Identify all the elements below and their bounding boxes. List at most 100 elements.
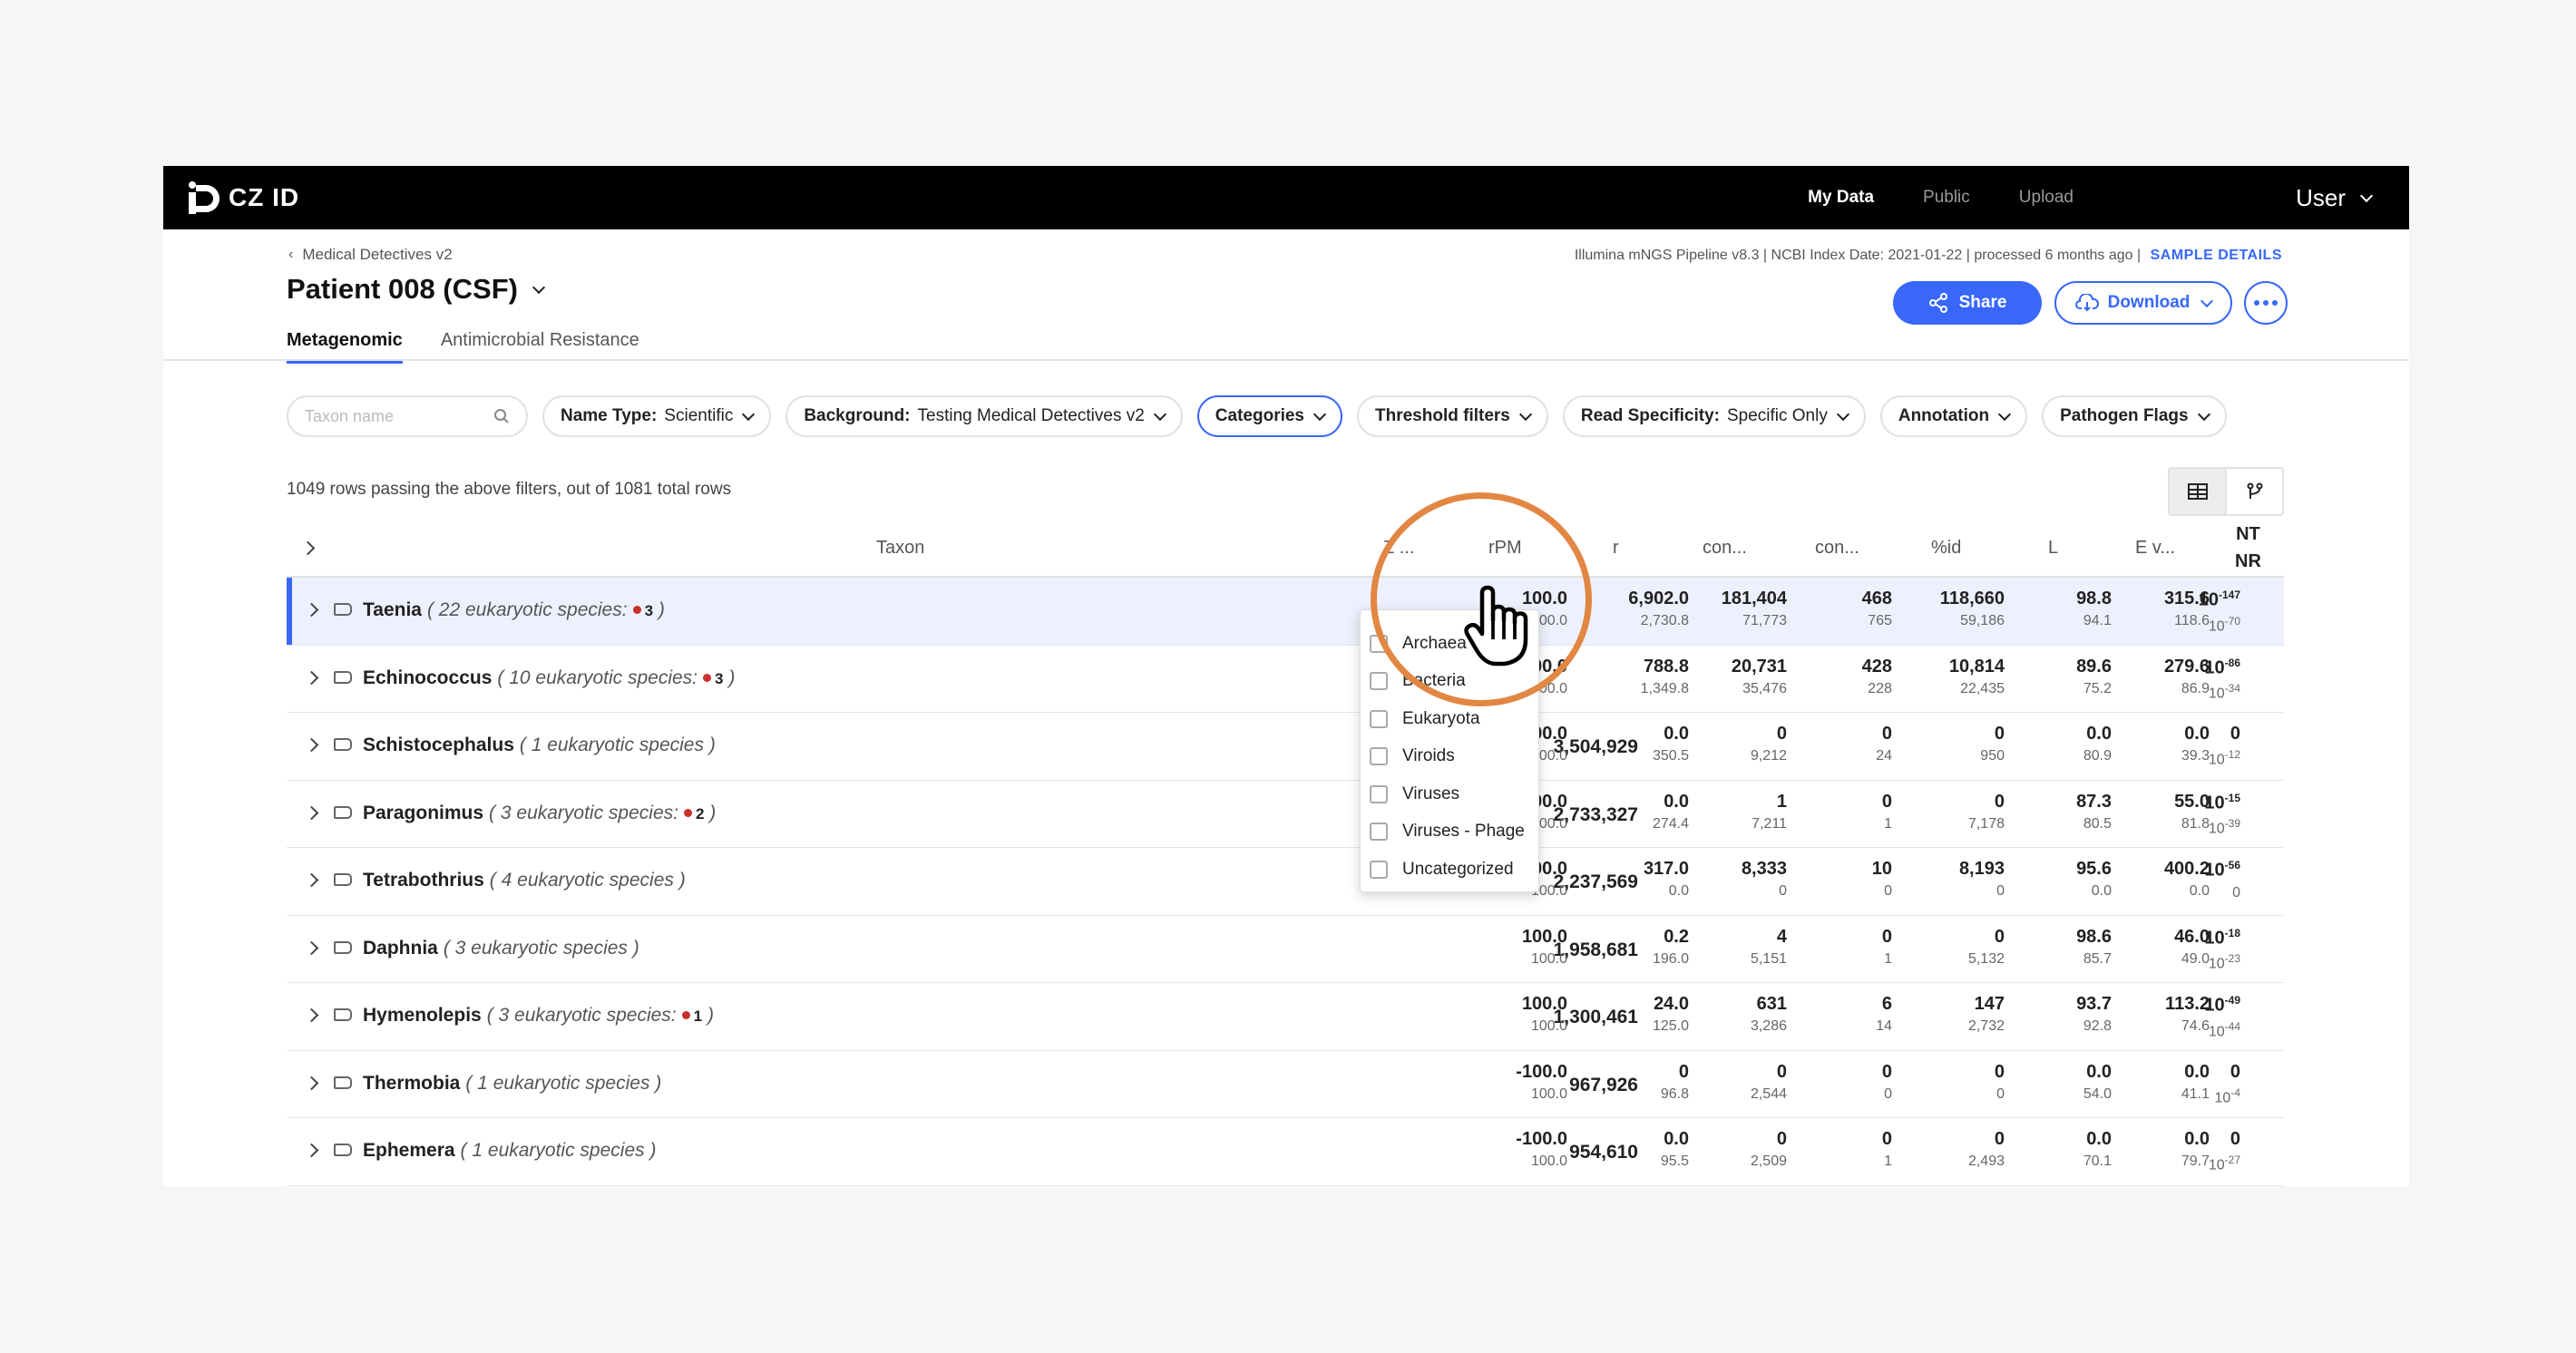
table-row[interactable]: Tetrabothrius( 4 eukaryotic species ) 2,2… [287,848,2284,916]
tag-icon[interactable] [334,940,352,954]
checkbox[interactable] [1370,860,1388,879]
metric-cell-c2: 147 2,732 [1967,994,2005,1034]
chevron-down-icon [532,280,546,294]
sample-selector[interactable]: Patient 008 (CSF) [287,273,546,306]
taxon-name-cell[interactable]: Schistocephalus( 1 eukaryotic species ) [363,735,716,756]
expand-row-chevron-icon[interactable] [304,670,319,685]
expand-row-chevron-icon[interactable] [304,1076,319,1090]
expand-row-chevron-icon[interactable] [304,1007,319,1023]
background-filter[interactable]: Background: Testing Medical Detectives v… [785,395,1183,437]
user-menu[interactable]: User [2296,166,2374,229]
taxon-search-input[interactable]: Taxon name [287,395,528,437]
row-count: 1049 rows passing the above filters, out… [287,480,732,499]
table-row[interactable]: Thermobia( 1 eukaryotic species ) 967,926… [287,1051,2284,1118]
taxon-name-cell[interactable]: Thermobia( 1 eukaryotic species ) [363,1073,661,1095]
filter-label: Categories [1215,406,1304,425]
tag-icon[interactable] [334,873,352,886]
table-row[interactable]: Hymenolepis( 3 eukaryotic species: 1 ) 1,3… [287,983,2284,1051]
tag-icon[interactable] [334,738,352,751]
metric-cell-l: 0.0 39.3 [2181,724,2210,764]
checkbox[interactable] [1370,784,1388,803]
taxon-name-cell[interactable]: Hymenolepis( 3 eukaryotic species: 1 ) [363,1005,714,1027]
taxon-name-cell[interactable]: Paragonimus( 3 eukaryotic species: 2 ) [363,803,716,824]
expand-row-chevron-icon[interactable] [304,872,319,888]
expand-row-chevron-icon[interactable] [304,602,319,618]
read-specificity-filter[interactable]: Read Specificity: Specific Only [1562,395,1866,437]
taxon-name-cell[interactable]: Echinococcus( 10 eukaryotic species: 3 ) [363,667,735,689]
threshold-filter[interactable]: Threshold filters [1357,395,1548,437]
metric-cell-e-value: 10-56 0 [2204,859,2240,900]
expand-all-button[interactable] [300,518,316,578]
nav-upload[interactable]: Upload [2019,188,2073,208]
category-option[interactable]: Eukaryota [1361,700,1538,738]
tag-icon[interactable] [334,1076,352,1089]
breadcrumb[interactable]: ‹ Medical Detectives v2 [288,246,453,264]
breadcrumb-project: Medical Detectives v2 [302,246,453,263]
checkbox[interactable] [1370,709,1388,728]
column-taxon[interactable]: Taxon [876,518,924,578]
metric-cell-c2: 118,660 59,186 [1939,589,2005,628]
checkbox[interactable] [1370,747,1388,766]
nav-public[interactable]: Public [1923,188,1970,208]
metric-cell-c1: 00 [1881,1061,1892,1102]
czid-logo[interactable]: CZ ID [187,179,299,217]
taxon-name-cell[interactable]: Taenia( 22 eukaryotic species: 3 ) [363,599,665,621]
download-label: Download [2107,293,2191,312]
more-options-button[interactable] [2244,281,2288,325]
expand-row-chevron-icon[interactable] [304,805,319,820]
logo-text: CZ ID [229,183,300,211]
filter-value: Testing Medical Detectives v2 [917,406,1145,425]
category-option[interactable]: Viruses [1361,775,1538,813]
taxon-species-count: ( 10 eukaryotic species: 3 ) [497,667,736,688]
taxon-name-cell[interactable]: Tetrabothrius( 4 eukaryotic species ) [363,870,686,891]
expand-row-chevron-icon[interactable] [304,737,319,753]
table-view-button[interactable] [2170,469,2227,514]
column-percent-id[interactable]: %id [1931,518,1961,578]
checkbox[interactable] [1370,672,1388,691]
sample-details-link[interactable]: SAMPLE DETAILS [2151,248,2282,263]
column-l[interactable]: L [2048,518,2058,578]
metric-cell-e-value: 10-15 10-39 [2204,791,2240,837]
tag-icon[interactable] [334,1008,352,1021]
category-option[interactable]: Viroids [1361,738,1538,776]
metric-cell-c2: 10,814 22,435 [1948,656,2005,696]
ellipsis-icon [2254,300,2259,306]
annotation-filter[interactable]: Annotation [1879,395,2028,437]
tree-view-button[interactable] [2227,469,2282,514]
column-r[interactable]: r [1613,518,1619,578]
column-contig-r[interactable]: con... [1815,518,1859,578]
taxon-name-cell[interactable]: Ephemera( 1 eukaryotic species ) [363,1140,656,1162]
metric-cell-pid: 0.0 54.0 [2083,1061,2112,1102]
table-row[interactable]: Echinococcus( 10 eukaryotic species: 3 ) 1… [287,646,2284,713]
tag-icon[interactable] [334,1144,352,1156]
column-contig[interactable]: con... [1703,518,1747,578]
name-type-filter[interactable]: Name Type: Scientific [542,395,772,437]
pathogen-flags-filter[interactable]: Pathogen Flags [2042,395,2227,437]
share-icon [1928,293,1947,313]
tag-icon[interactable] [334,603,352,616]
categories-filter[interactable]: Categories [1196,395,1342,437]
taxon-species-count: ( 3 eukaryotic species: 2 ) [489,802,717,823]
tag-icon[interactable] [334,670,352,684]
category-option[interactable]: Viruses - Phage [1361,813,1538,852]
taxon-table: Taxon Z ... rPM r con... con... %id L E … [287,518,2284,1186]
table-row[interactable]: Schistocephalus( 1 eukaryotic species ) 3… [287,713,2284,781]
taxon-species-count: ( 22 eukaryotic species: 3 ) [426,599,665,620]
expand-row-chevron-icon[interactable] [304,1143,319,1158]
tag-icon[interactable] [334,805,352,819]
table-row[interactable]: Taenia( 22 eukaryotic species: 3 ) 100.0 10… [287,578,2284,646]
table-row[interactable]: Paragonimus( 3 eukaryotic species: 2 ) 2,7… [287,781,2284,848]
table-row[interactable]: Ephemera( 1 eukaryotic species ) 954,610-… [287,1118,2284,1186]
nav-my-data[interactable]: My Data [1808,188,1874,208]
column-e-value[interactable]: E v... [2135,518,2175,578]
table-row[interactable]: Daphnia( 3 eukaryotic species ) 1,958,681… [287,916,2284,983]
column-nt-nr[interactable]: NT NR [2235,518,2261,578]
share-button[interactable]: Share [1893,281,2042,325]
metric-cell-c2: 0 950 [1980,724,2005,764]
metric-cell-e-value: 10-147 10-70 [2198,589,2240,634]
download-button[interactable]: Download [2054,281,2232,325]
expand-row-chevron-icon[interactable] [304,940,319,955]
checkbox[interactable] [1370,823,1388,842]
category-option[interactable]: Uncategorized [1361,851,1538,889]
taxon-name-cell[interactable]: Daphnia( 3 eukaryotic species ) [363,938,639,959]
